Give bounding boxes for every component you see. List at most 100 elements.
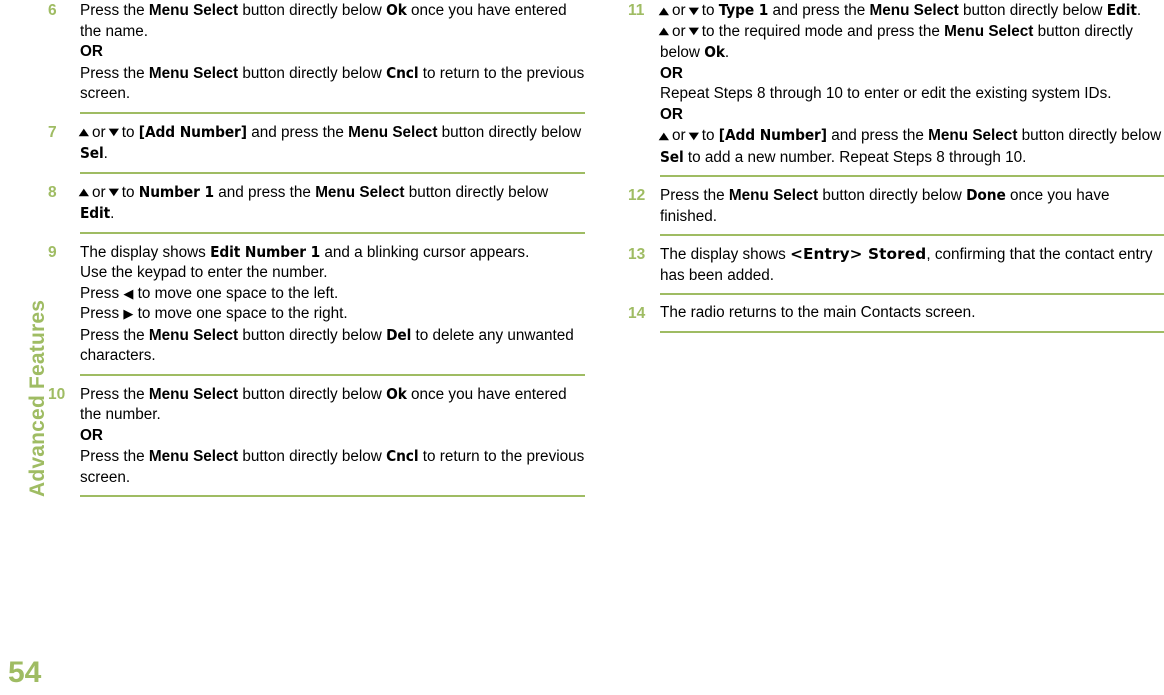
display-text: Edit Number 1 [210, 242, 321, 261]
step-line: Press the Menu Select button directly be… [80, 384, 585, 426]
or-separator: OR [660, 64, 683, 82]
or-separator: OR [80, 43, 103, 60]
text-run: button directly below [958, 2, 1107, 19]
display-text: Sel [660, 147, 684, 166]
step-item: 10 Press the Menu Select button directly … [48, 384, 585, 497]
display-text: [Add Number] [138, 122, 247, 141]
step-number: 13 [628, 246, 646, 263]
step-item: 12 Press the Menu Select button directly … [628, 185, 1164, 236]
text-run: to [117, 123, 139, 141]
text-run: and a blinking cursor appears. [320, 243, 530, 261]
text-run: . [724, 44, 730, 61]
step-item: 9 The display shows Edit Number 1 and a b… [48, 242, 585, 376]
text-run: Press the [80, 448, 149, 465]
text-run: . [1136, 2, 1142, 19]
text-run: The radio returns to the main Contacts s… [660, 304, 976, 321]
step-text: ▲ or ▼ to Type 1 and press the Menu Sele… [658, 0, 1164, 177]
text-run: to move one space to the left. [133, 284, 339, 302]
step-line: The radio returns to the main Contacts s… [660, 303, 1164, 324]
text-run: and press the [213, 183, 316, 201]
text-run: Use the keypad to enter the number. [80, 264, 328, 281]
step-item: 7 ▲ or ▼ to [Add Number] and press the Me… [48, 122, 585, 174]
button-name: Menu Select [928, 127, 1018, 144]
step-number: 11 [628, 2, 645, 19]
step-item: 8 ▲ or ▼ to Number 1 and press the Menu S… [48, 182, 585, 234]
display-text: Sel [80, 144, 104, 162]
step-line: The display shows <Entry> Stored, confir… [660, 244, 1164, 286]
step-text: Press the Menu Select button directly be… [660, 185, 1164, 236]
text-run: . [110, 205, 115, 222]
step-line: ▲ or ▼ to [Add Number] and press the Men… [78, 122, 585, 165]
step-text: The display shows Edit Number 1 and a bl… [80, 242, 585, 376]
text-run: button directly below [404, 183, 549, 201]
button-name: Menu Select [348, 123, 438, 141]
step-line: Press ▶ to move one space to the right. [80, 304, 585, 325]
display-text: [Add Number] [718, 126, 827, 144]
nav-arrow-icon: ▼ [688, 26, 699, 37]
text-run: to move one space to the right. [133, 305, 348, 322]
step-line: Use the keypad to enter the number. [80, 263, 585, 284]
nav-arrow-icon: ◀ [123, 286, 134, 302]
text-run: Repeat Steps 8 through 10 to enter or ed… [660, 85, 1112, 102]
step-text: ▲ or ▼ to Number 1 and press the Menu Se… [79, 182, 585, 234]
text-run: to add a new number. Repeat Steps 8 thro… [683, 148, 1027, 166]
step-text: ▲ or ▼ to [Add Number] and press the Men… [78, 122, 585, 174]
text-run: . [103, 145, 108, 162]
step-number: 14 [628, 305, 646, 322]
display-text: Ok [704, 43, 725, 61]
step-number: 7 [48, 123, 57, 141]
text-run: button directly below [238, 64, 387, 82]
text-run: and press the [826, 127, 929, 144]
text-run: button directly below [238, 448, 387, 465]
step-line: ▲ or ▼ to [Add Number] and press the Men… [658, 125, 1164, 168]
nav-arrow-icon: ▼ [688, 5, 699, 17]
nav-arrow-icon: ▲ [658, 5, 670, 17]
display-text: Edit [1106, 1, 1137, 19]
text-run: Press [80, 305, 124, 322]
nav-arrow-icon: ▼ [108, 187, 119, 198]
text-run: or [87, 123, 110, 141]
nav-arrow-icon: ▲ [658, 26, 670, 37]
text-run: The display shows [80, 243, 211, 261]
text-run: Press the [80, 326, 149, 344]
text-run: or [667, 127, 690, 144]
text-run: or [667, 22, 690, 40]
nav-arrow-icon: ▼ [688, 130, 699, 142]
step-text: Press the Menu Select button directly be… [80, 384, 585, 497]
text-run: or [87, 183, 110, 201]
right-column: 11 ▲ or ▼ to Type 1 and press the Menu Se… [628, 0, 1164, 333]
step-line: The display shows Edit Number 1 and a bl… [80, 242, 585, 264]
display-text: Cncl [386, 63, 419, 82]
button-name: Menu Select [148, 2, 239, 19]
nav-arrow-icon: ▶ [123, 307, 134, 322]
step-line: OR [660, 105, 1164, 126]
text-run: Press the [80, 64, 149, 82]
display-text: Del [386, 325, 412, 344]
button-name: Menu Select [148, 448, 239, 465]
step-item: 11 ▲ or ▼ to Type 1 and press the Menu Se… [628, 0, 1164, 177]
step-line: Press the Menu Select button directly be… [80, 325, 585, 367]
step-line: OR [660, 64, 1164, 85]
step-text: Press the Menu Select button directly be… [80, 0, 585, 114]
step-text: The radio returns to the main Contacts s… [660, 303, 1164, 333]
display-text: Edit [80, 204, 111, 222]
text-run: Press [80, 284, 124, 302]
button-name: Menu Select [728, 187, 819, 204]
step-number: 8 [48, 183, 57, 201]
display-text: <Entry> Stored [790, 245, 927, 263]
nav-arrow-icon: ▲ [658, 130, 670, 142]
page-content: 6 Press the Menu Select button directly b… [0, 0, 1164, 695]
text-run: button directly below [238, 2, 387, 19]
display-text: Ok [386, 384, 407, 403]
display-text: Done [966, 186, 1006, 204]
text-run: to [117, 183, 139, 201]
step-line: Press ◀ to move one space to the left. [80, 284, 585, 305]
display-text: Type 1 [718, 1, 769, 19]
step-line: ▲ or ▼ to Type 1 and press the Menu Sele… [658, 0, 1164, 22]
button-name: Menu Select [148, 326, 239, 344]
step-line: OR [80, 42, 585, 63]
step-number: 12 [628, 187, 646, 204]
text-run: to [697, 127, 719, 144]
nav-arrow-icon: ▲ [78, 127, 90, 138]
button-name: Menu Select [315, 183, 405, 201]
